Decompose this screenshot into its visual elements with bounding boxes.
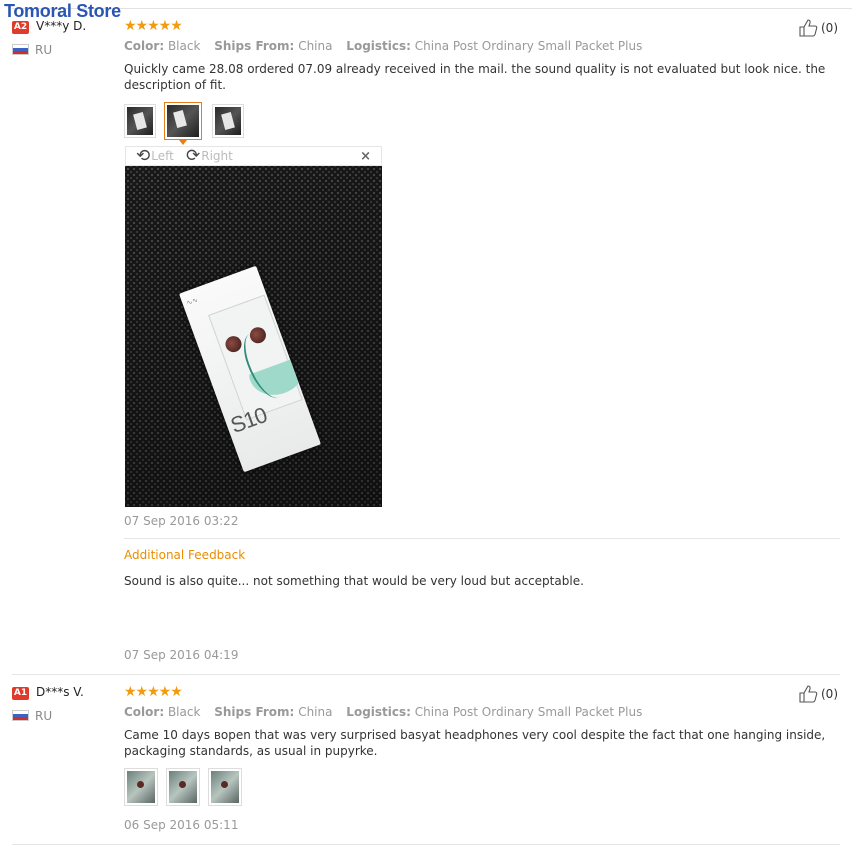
logistics-label: Logistics: [346,39,411,53]
photo-thumbnail[interactable] [124,768,158,806]
ships-from-value: China [298,39,333,53]
order-info: Color: Black Ships From: China Logistics… [124,705,642,719]
review-date: 06 Sep 2016 05:11 [124,818,239,832]
thumbs-up-icon [799,19,818,37]
photo-thumbnail-selected[interactable] [164,102,202,145]
ships-from-label: Ships From: [214,39,295,53]
helpful-count: (0) [821,21,838,35]
close-icon[interactable]: × [360,149,371,164]
additional-feedback-text: Sound is also quite... not something tha… [124,574,584,588]
helpful-button[interactable]: (0) [799,19,838,37]
store-name: Tomoral Store [4,1,121,21]
photo-thumbnail[interactable] [212,104,244,138]
photo-viewer-toolbar: ⟲ Left ⟳ Right × [125,146,382,166]
color-label: Color: [124,705,165,719]
ships-from-value: China [298,705,333,719]
rotate-left-icon: ⟲ [136,146,151,166]
color-label: Color: [124,39,165,53]
color-value: Black [167,39,201,53]
review-separator [12,844,840,845]
divider [124,538,840,539]
rating-stars: ★★★★★ [124,684,183,700]
rotate-right-button[interactable]: ⟳ Right [186,146,233,166]
logistics-label: Logistics: [346,705,411,719]
logistics-value: China Post Ordinary Small Packet Plus [414,39,643,53]
buyer-level-badge: A1 [12,687,29,700]
reviewer-country: RU [35,709,53,723]
buyer-level-badge: A2 [12,21,29,34]
photo-viewer: ⟲ Left ⟳ Right × ∿∿ S10 [125,146,382,507]
review-text: Quickly came 28.08 ordered 07.09 already… [124,62,826,92]
divider [12,8,852,9]
photo-thumbnails [124,768,242,806]
russia-flag-icon [12,710,29,721]
additional-feedback-title: Additional Feedback [124,548,246,562]
review-text: Came 10 days вopen that was very surpris… [124,728,826,758]
reviewer-name: D***s V. [36,685,84,699]
photo-thumbnail[interactable] [124,104,156,138]
rotate-left-label: Left [151,149,174,163]
color-value: Black [167,705,201,719]
review-date: 07 Sep 2016 03:22 [124,514,239,528]
russia-flag-icon [12,44,29,55]
rotate-right-label: Right [201,149,233,163]
review-photo: ∿∿ S10 [125,166,382,507]
reviewer-country: RU [35,43,53,57]
review-separator [12,674,840,675]
photo-thumbnail[interactable] [166,768,200,806]
photo-thumbnail[interactable] [208,768,242,806]
rotate-right-icon: ⟳ [186,146,201,166]
rating-stars: ★★★★★ [124,18,183,34]
ships-from-label: Ships From: [214,705,295,719]
helpful-count: (0) [821,687,838,701]
thumbs-up-icon [799,685,818,703]
logistics-value: China Post Ordinary Small Packet Plus [414,705,643,719]
rotate-left-button[interactable]: ⟲ Left [136,146,174,166]
order-info: Color: Black Ships From: China Logistics… [124,39,642,53]
additional-feedback-date: 07 Sep 2016 04:19 [124,648,239,662]
helpful-button[interactable]: (0) [799,685,838,703]
photo-thumbnails [124,102,244,145]
